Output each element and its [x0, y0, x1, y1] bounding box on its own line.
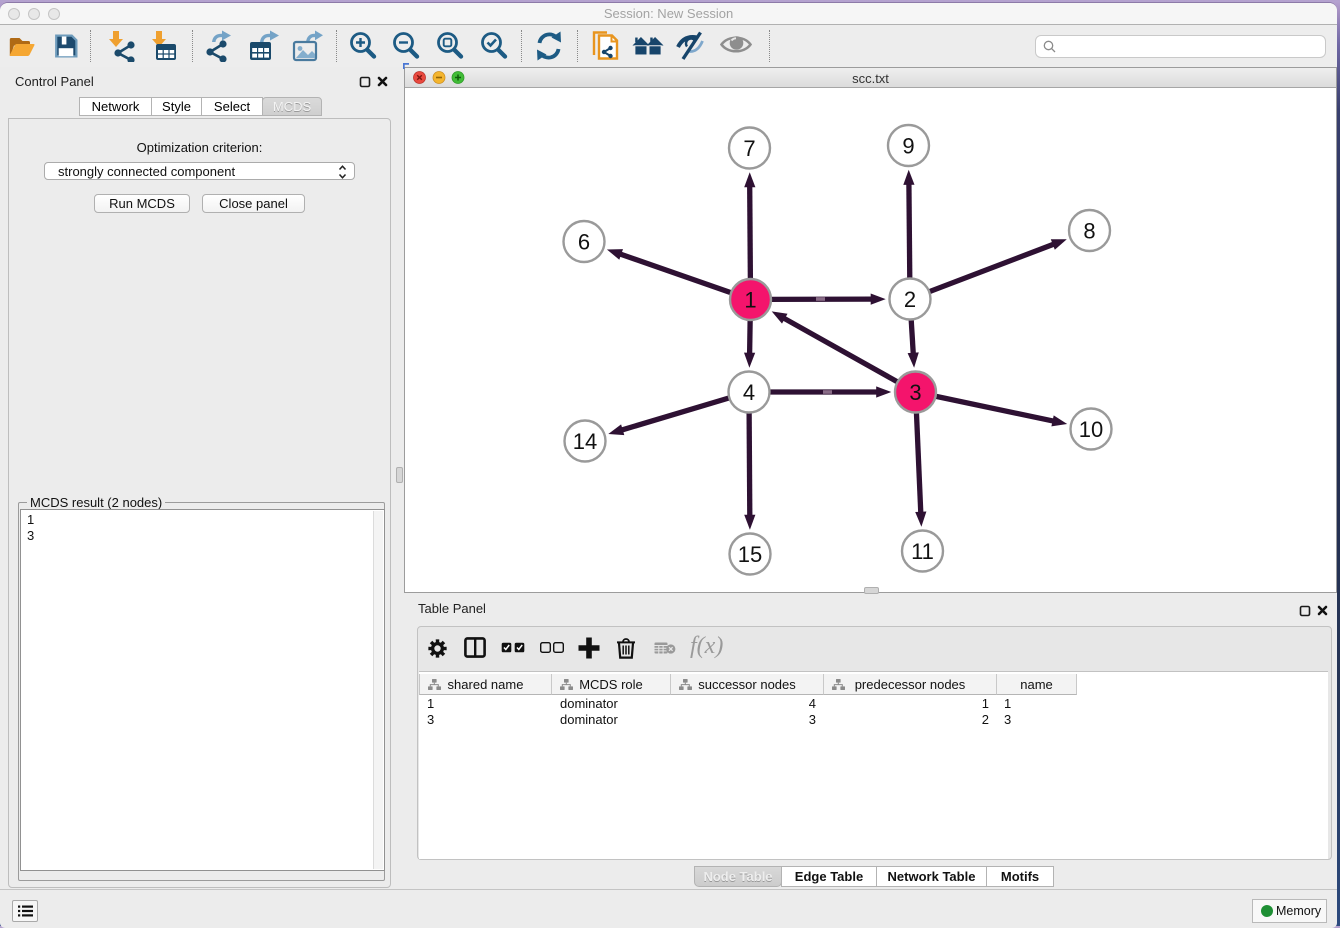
svg-text:11: 11	[911, 539, 934, 564]
svg-text:6: 6	[578, 230, 590, 255]
svg-text:1: 1	[744, 288, 756, 313]
svg-text:4: 4	[743, 380, 755, 405]
svg-text:14: 14	[573, 429, 597, 454]
svg-text:15: 15	[738, 542, 762, 567]
svg-text:8: 8	[1083, 219, 1095, 244]
svg-text:10: 10	[1079, 417, 1103, 442]
svg-text:7: 7	[743, 136, 755, 161]
svg-text:9: 9	[902, 134, 914, 159]
svg-text:3: 3	[909, 380, 921, 405]
svg-text:2: 2	[904, 287, 916, 312]
